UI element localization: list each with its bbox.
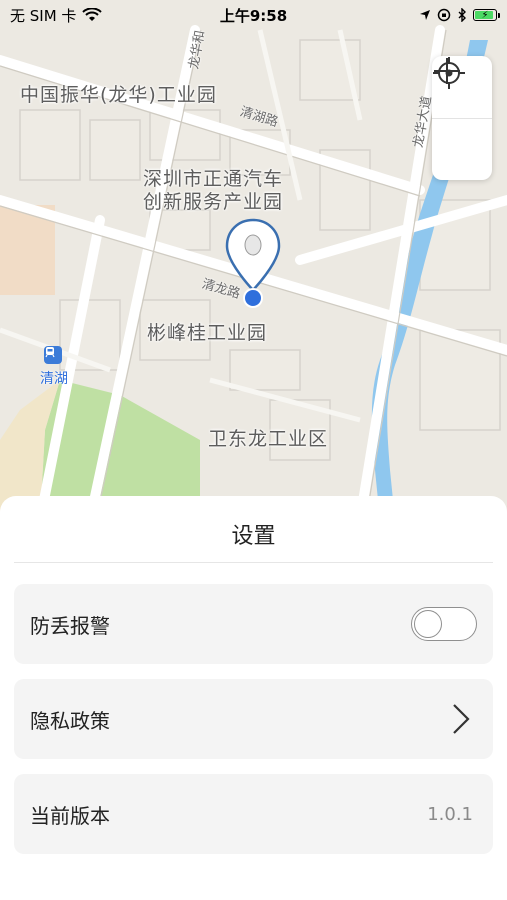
privacy-policy-row[interactable]: 隐私政策 xyxy=(14,679,493,759)
map-controls xyxy=(432,56,492,180)
map-view[interactable]: 中国振华(龙华)工业园 深圳市正通汽车 创新服务产业园 彬峰桂工业园 卫东龙工业… xyxy=(0,0,507,520)
settings-sheet: 设置 防丢报警 隐私政策 当前版本 1.0.1 xyxy=(0,496,507,900)
anti-loss-alarm-toggle[interactable] xyxy=(411,607,477,641)
sheet-title: 设置 xyxy=(231,524,276,549)
orientation-lock-icon xyxy=(437,8,451,22)
current-version-label: 当前版本 xyxy=(30,803,110,828)
map-label-zhengtong-line2: 创新服务产业园 xyxy=(143,191,284,213)
carrier-label: 无 SIM 卡 xyxy=(10,6,77,25)
chevron-right-icon xyxy=(449,702,473,736)
status-bar: 无 SIM 卡 上午9:58 ⚡ xyxy=(0,0,507,30)
metro-station-label: 清湖 xyxy=(40,371,68,387)
charging-bolt-icon: ⚡ xyxy=(481,9,489,21)
metro-icon[interactable] xyxy=(44,346,62,364)
crosshair-icon xyxy=(433,57,465,89)
bluetooth-icon xyxy=(458,8,466,22)
wifi-icon xyxy=(82,8,103,21)
locate-me-button[interactable] xyxy=(432,57,492,180)
title-divider xyxy=(14,562,493,563)
version-value: 1.0.1 xyxy=(427,803,473,825)
device-location-pin[interactable] xyxy=(224,218,282,310)
battery-icon: ⚡ xyxy=(473,9,500,21)
anti-loss-alarm-label: 防丢报警 xyxy=(30,613,110,638)
map-label-binfeng-park: 彬峰桂工业园 xyxy=(147,322,268,344)
location-arrow-icon xyxy=(420,10,430,20)
map-label-zhenhua-park: 中国振华(龙华)工业园 xyxy=(20,84,217,106)
anti-loss-alarm-row: 防丢报警 xyxy=(14,584,493,664)
map-label-weidong-park: 卫东龙工业区 xyxy=(208,428,329,450)
current-version-row: 当前版本 1.0.1 xyxy=(14,774,493,854)
toggle-knob xyxy=(414,610,442,638)
privacy-policy-label: 隐私政策 xyxy=(30,708,110,733)
